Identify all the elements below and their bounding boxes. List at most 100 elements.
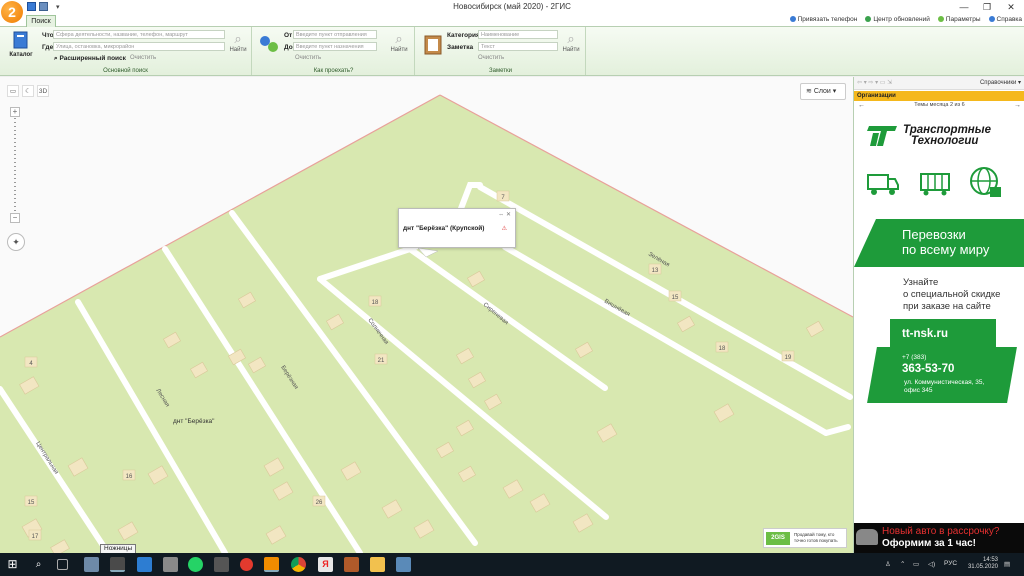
- gis-ad-banner[interactable]: 2GIS Продавай тому, кто точно готов поку…: [763, 528, 847, 548]
- category-select[interactable]: Наименование: [478, 30, 558, 39]
- clear-search-link[interactable]: Очистить: [130, 55, 156, 61]
- note-label: Заметка: [447, 44, 474, 51]
- phone-icon: [789, 16, 796, 22]
- catalog-button[interactable]: Каталог: [8, 30, 34, 58]
- link-help[interactable]: Справка: [988, 16, 1022, 23]
- zoom-slider[interactable]: [14, 118, 16, 212]
- folder-icon[interactable]: [370, 557, 385, 572]
- group-notes: Категория Наименование Заметка Текст Очи…: [416, 27, 586, 75]
- ruler-tool-button[interactable]: ▭: [7, 85, 19, 97]
- task-view-icon[interactable]: [57, 559, 68, 570]
- popup-title[interactable]: днт "Берёзка" (Крупской): [403, 225, 484, 232]
- category-label: Категория: [447, 32, 480, 39]
- minimize-button[interactable]: —: [954, 1, 974, 13]
- ad-url[interactable]: tt-nsk.ru: [902, 328, 948, 340]
- clear-notes-link[interactable]: Очистить: [478, 55, 504, 61]
- layers-button[interactable]: ≋ Слои ▾: [800, 83, 846, 100]
- clipboard-icon: [424, 35, 442, 55]
- app-icon[interactable]: [214, 557, 229, 572]
- group-label-search: Основной поиск: [103, 68, 148, 74]
- app-logo[interactable]: 2: [1, 1, 23, 23]
- to-input[interactable]: Введите пункт назначения: [293, 42, 377, 51]
- what-input[interactable]: Сфера деятельности, название, телефон, м…: [53, 30, 225, 39]
- map-popup: ⇔ ✕ днт "Берёзка" (Крупской) ⚠: [398, 208, 516, 248]
- next-topic-arrow-icon[interactable]: →: [1014, 101, 1021, 110]
- whatsapp-icon[interactable]: [188, 557, 203, 572]
- house-number: 26: [316, 500, 323, 506]
- compass-icon[interactable]: ✦: [7, 233, 25, 251]
- note-input[interactable]: Текст: [478, 42, 558, 51]
- ribbon-tabs: Поиск Привязать телефон Центр обновлений…: [0, 14, 1024, 28]
- title-bar: 2 ▾ Новосибирск (май 2020) - 2ГИС — ❐ ✕: [0, 0, 1024, 23]
- ad-brand-name: Транспортные Технологии: [903, 124, 991, 147]
- scissors-app-icon[interactable]: [110, 557, 125, 572]
- car-icon: [856, 529, 878, 545]
- from-input[interactable]: Введите пункт отправления: [293, 30, 377, 39]
- mail-app-icon[interactable]: [137, 557, 152, 572]
- back-icon[interactable]: ⇦ ▾: [857, 80, 867, 86]
- chrome-icon[interactable]: [291, 557, 306, 572]
- notes-icon-button[interactable]: [422, 33, 444, 57]
- windows-start-icon[interactable]: ⊞: [5, 557, 20, 572]
- ad-discount-text: Узнайте о специальной скидке при заказе …: [903, 277, 1001, 312]
- car-app-icon[interactable]: [163, 557, 178, 572]
- restore-button[interactable]: ❐: [977, 1, 997, 13]
- tray-volume-icon[interactable]: ◁): [928, 560, 935, 568]
- organizations-header[interactable]: Организации: [854, 91, 1024, 101]
- house-number: 18: [372, 300, 379, 306]
- taskbar: ⊞ ⌕ Я ♙ ⌃ ▭ ◁) РУС 14:53 31.05.2020 ▤: [0, 553, 1024, 576]
- export-icon[interactable]: ⇲: [887, 80, 892, 86]
- 3d-button[interactable]: 3D: [37, 85, 49, 97]
- zoom-in-button[interactable]: +: [10, 107, 20, 117]
- zoom-control: + −: [10, 107, 20, 225]
- advanced-search-link[interactable]: ⌕ Расширенный поиск: [54, 55, 126, 63]
- warning-icon[interactable]: ⚠: [502, 225, 507, 232]
- opera-icon[interactable]: [240, 558, 253, 571]
- clear-route-link[interactable]: Очистить: [295, 55, 321, 61]
- directories-dropdown[interactable]: Справочники ▾: [980, 79, 1021, 86]
- notifications-icon[interactable]: ▤: [1004, 560, 1010, 568]
- link-settings[interactable]: Параметры: [937, 16, 981, 23]
- truck-icon: [867, 174, 899, 195]
- search-icon[interactable]: ⌕: [31, 557, 46, 572]
- zoom-out-button[interactable]: −: [10, 213, 20, 223]
- popup-controls[interactable]: ⇔ ✕: [498, 211, 511, 218]
- link-update-center[interactable]: Центр обновлений: [865, 16, 930, 23]
- top-links: Привязать телефон Центр обновлений Парам…: [789, 16, 1022, 23]
- to-label: До: [284, 44, 293, 51]
- tt-logo-icon: [867, 126, 897, 146]
- image-app-icon[interactable]: [344, 557, 359, 572]
- tray-display-icon[interactable]: ▭: [913, 560, 919, 568]
- ad-phone-code: +7 (383): [902, 354, 927, 361]
- map-canvas[interactable]: 7 13 15 18 18 19 21 4 16 26 15 17 Лесная…: [0, 77, 853, 553]
- link-bind-phone[interactable]: Привязать телефон: [789, 16, 857, 23]
- route-icon: [260, 36, 278, 52]
- photo-app-icon[interactable]: [396, 557, 411, 572]
- 2gis-taskbar-icon[interactable]: [264, 557, 279, 572]
- print-icon[interactable]: ▭: [880, 80, 886, 86]
- where-input[interactable]: Улица, остановка, микрорайон: [53, 42, 225, 51]
- clock[interactable]: 14:53 31.05.2020: [968, 557, 998, 571]
- keyboard-language[interactable]: РУС: [944, 560, 957, 567]
- car-ad-banner[interactable]: Новый авто в рассрочку? Оформим за 1 час…: [854, 523, 1024, 553]
- night-mode-button[interactable]: ☾: [22, 85, 34, 97]
- group-main-search: Каталог Что Сфера деятельности, название…: [0, 27, 252, 75]
- find-route-button[interactable]: ⌕ Найти: [389, 31, 409, 53]
- map-view[interactable]: 7 13 15 18 18 19 21 4 16 26 15 17 Лесная…: [0, 77, 853, 553]
- find-notes-button[interactable]: ⌕ Найти: [561, 31, 581, 53]
- group-label-notes: Заметки: [489, 68, 512, 74]
- tray-chevron-icon[interactable]: ⌃: [900, 560, 905, 568]
- house-number: 18: [719, 346, 726, 352]
- forward-icon[interactable]: ⇨ ▾: [868, 80, 878, 86]
- transport-ad[interactable]: Транспортные Технологии Перевозки по все…: [854, 111, 1024, 473]
- map-tools: ▭ ☾ 3D: [7, 85, 49, 97]
- find-button[interactable]: ⌕ Найти: [228, 31, 248, 53]
- tray-user-icon[interactable]: ♙: [885, 560, 891, 568]
- route-icon-button[interactable]: [257, 33, 281, 57]
- file-app-icon[interactable]: [84, 557, 99, 572]
- yandex-icon[interactable]: Я: [318, 557, 333, 572]
- window-title: Новосибирск (май 2020) - 2ГИС: [453, 2, 571, 11]
- prev-topic-arrow-icon[interactable]: ←: [858, 101, 865, 110]
- close-button[interactable]: ✕: [1001, 1, 1021, 13]
- help-icon: [988, 16, 995, 22]
